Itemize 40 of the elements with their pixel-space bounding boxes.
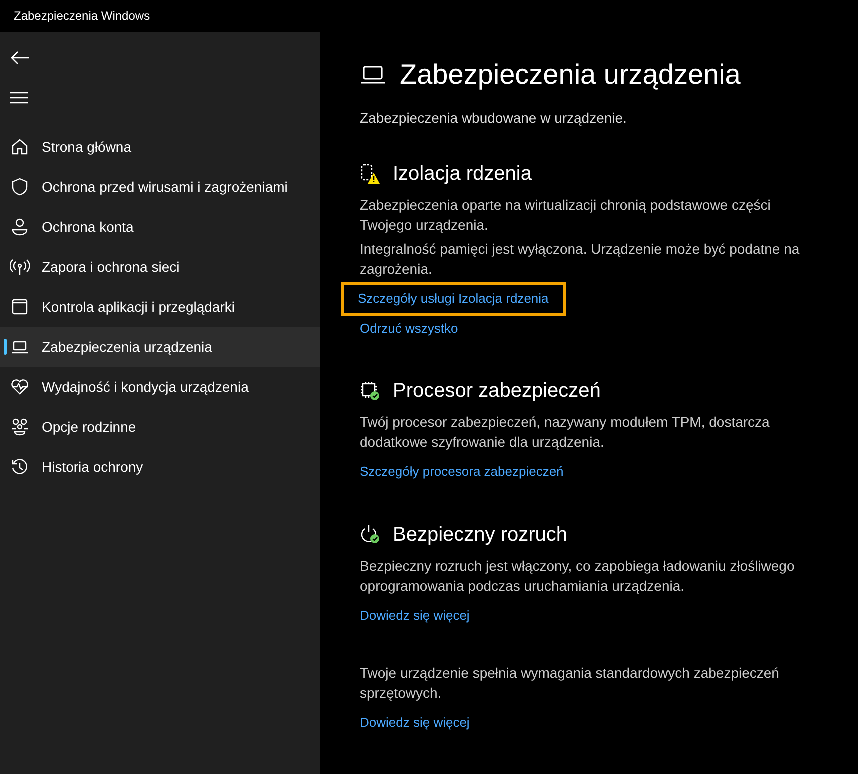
description-text: Twój procesor zabezpieczeń, nazywany modułem TPM, dostarcza dodatkowe szyfrowanie dla urządzenia. [360,413,771,452]
back-icon [10,50,30,66]
description-text: Bezpieczny rozruch jest włączony, co zapobiega ładowaniu złośliwego oprogramowania podczas uruchamiania urządzenia. [360,556,796,596]
laptop-icon [360,64,386,86]
home-icon [10,137,30,157]
chip-icon [360,380,381,402]
sidebar-item[interactable]: Historia ochrony [0,447,320,487]
sidebar-item[interactable]: Wydajność i kondycja urządzenia [0,367,320,407]
section-heading: Bezpieczny rozruch [393,522,568,548]
link[interactable]: Dowiedz się więcej [360,709,470,736]
shield-icon [10,177,30,197]
link[interactable]: Szczegóły procesora zabezpieczeń [360,458,564,486]
family-icon [10,417,30,437]
history-icon [10,457,30,477]
sidebar-item[interactable]: Ochrona konta [0,207,320,247]
page-subtitle: Zabezpieczenia wbudowane w urządzenie. [360,109,628,128]
page-title: Zabezpieczenia urządzenia [400,58,741,92]
browser-window-icon [10,297,30,317]
sidebar-item[interactable]: Zapora i ochrona sieci [0,247,320,287]
core-isolation-icon [360,164,381,184]
section-heading: Procesor zabezpieczeń [393,379,601,404]
description-text: Twoje urządzenie spełnia wymagania standardowych zabezpieczeń sprzętowych. [360,664,780,703]
sidebar-item[interactable]: Ochrona przed wirusami i zagrożeniami [0,167,320,207]
selection-indicator [4,339,7,355]
link[interactable]: Dowiedz się więcej [360,602,470,629]
power-icon [360,524,381,545]
description-text: Integralność pamięci jest wyłączona. Urządzenie może być podatne na zagrożenia. [360,240,801,279]
section-heading: Izolacja rdzenia [393,162,532,187]
antenna-icon [10,257,30,277]
link[interactable]: Szczegóły usługi Izolacja rdzenia [344,285,563,312]
person-icon [10,217,30,237]
menu-icon [10,92,28,104]
heart-pulse-icon [10,377,30,397]
sidebar-item[interactable]: Opcje rodzinne [0,407,320,447]
sidebar-item[interactable]: Strona główna [0,127,320,167]
link[interactable]: Odrzuć wszystko [360,314,458,342]
window-title: Zabezpieczenia Windows [14,8,150,25]
sidebar-item[interactable]: Kontrola aplikacji i przeglądarki [0,287,320,327]
sidebar-item[interactable]: Zabezpieczenia urządzenia [0,327,320,367]
description-text: Zabezpieczenia oparte na wirtualizacji chronią podstawowe części Twojego urządzenia. [360,196,772,235]
